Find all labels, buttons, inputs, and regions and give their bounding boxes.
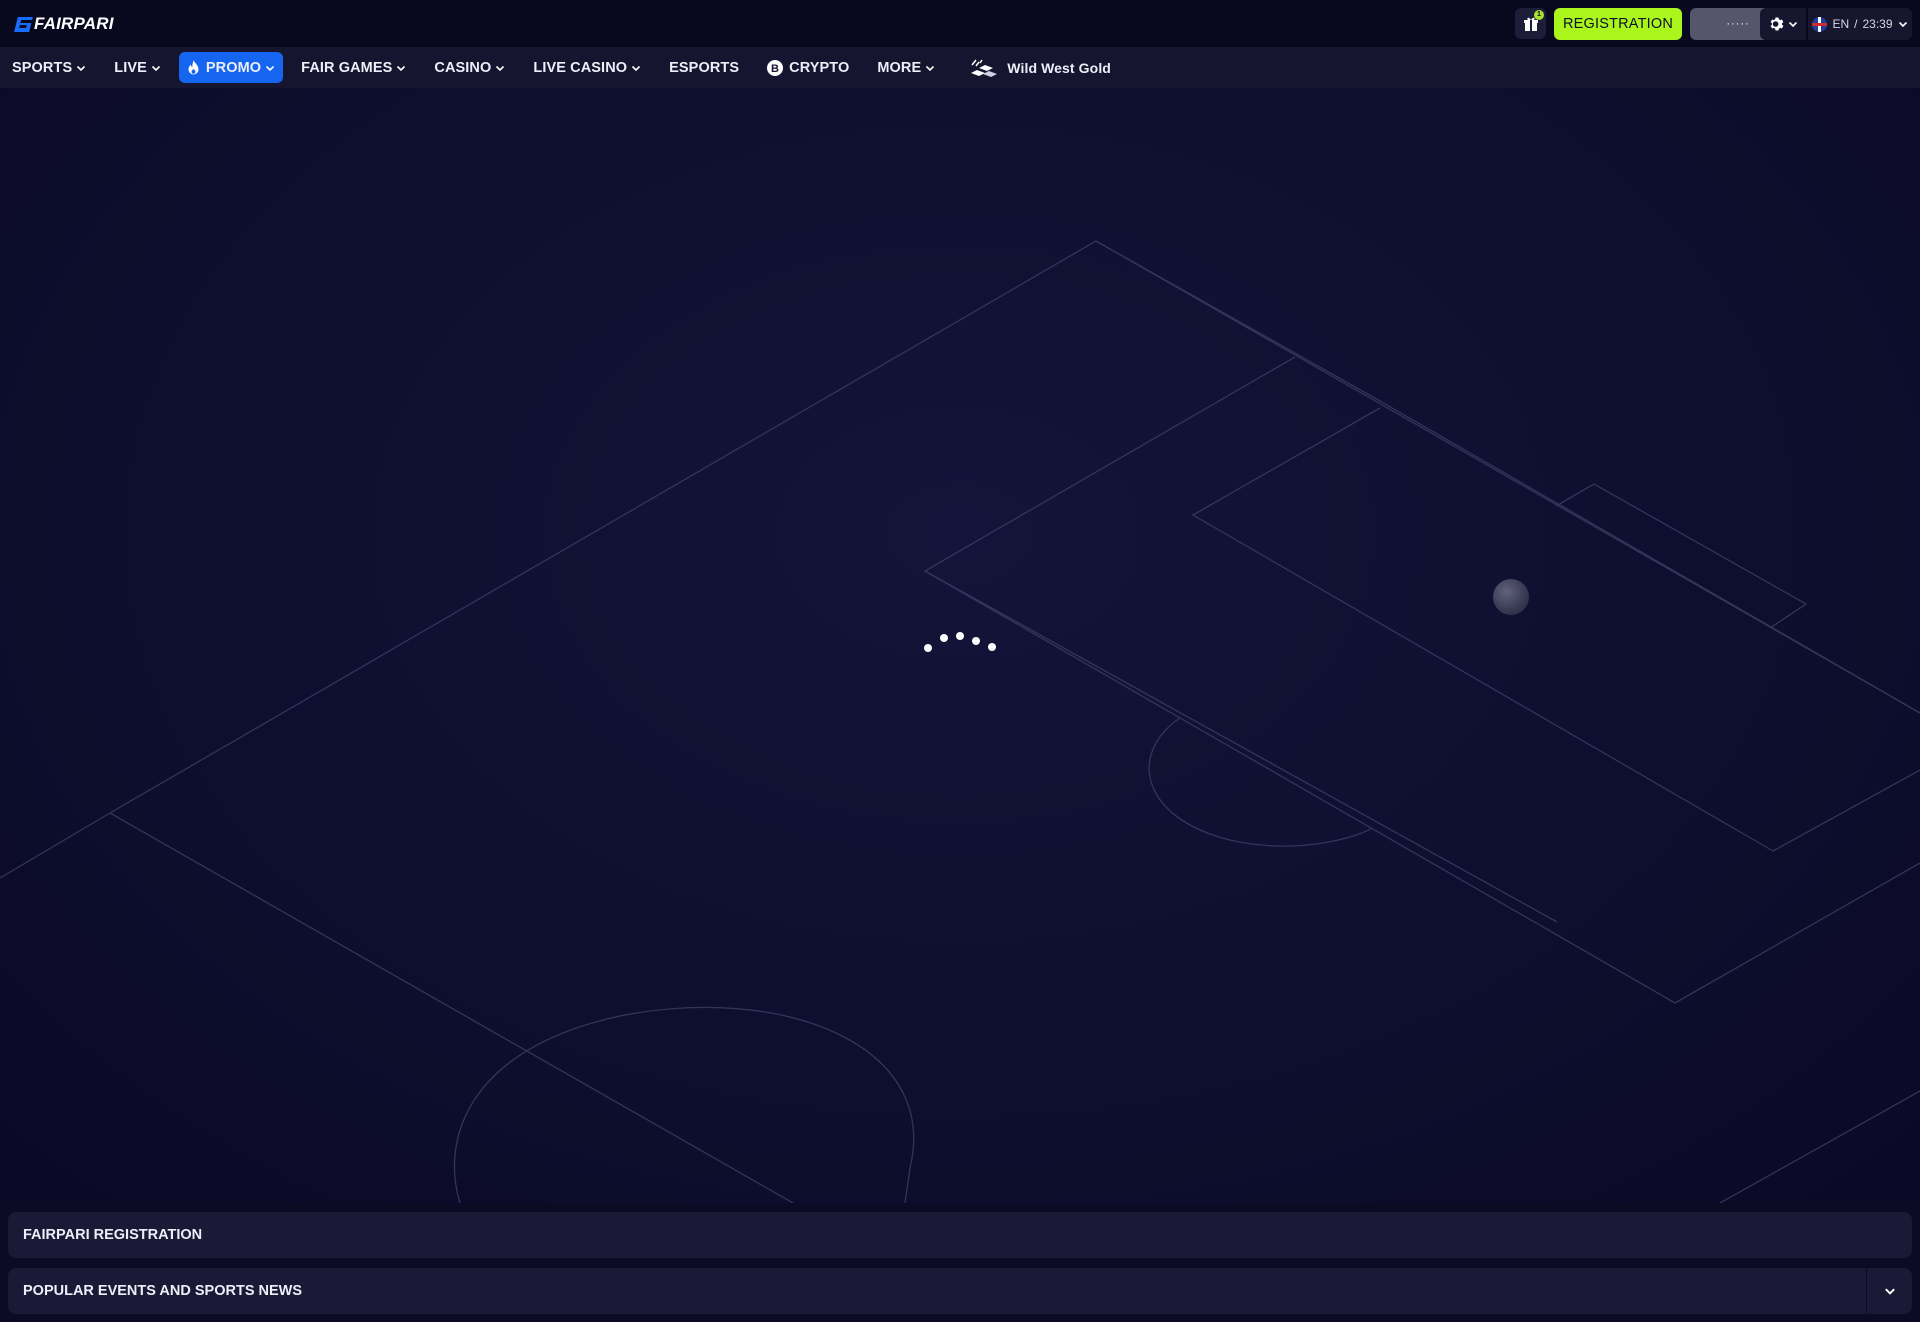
flame-icon <box>187 60 200 75</box>
gift-badge: 1 <box>1534 10 1544 20</box>
nav-item-esports[interactable]: ESPORTS <box>659 52 749 83</box>
football-ball-image <box>1493 579 1529 615</box>
chevron-down-icon <box>151 65 160 71</box>
registration-button[interactable]: REGISTRATION <box>1554 8 1682 40</box>
chevron-down-icon <box>1898 21 1907 28</box>
chevron-down-icon <box>77 65 86 71</box>
chevron-down-icon <box>926 65 935 71</box>
top-bar: FAIRPARI 1 REGISTRATION ····· EN / 23:39 <box>0 0 1920 47</box>
nav-item-label: LIVE CASINO <box>533 59 628 76</box>
uk-flag-icon <box>1812 16 1828 32</box>
nav-item-label: PROMO <box>205 59 262 76</box>
svg-text:B: B <box>771 63 779 75</box>
chevron-down-icon <box>1884 1288 1895 1295</box>
nav-item-label: FAIR GAMES <box>301 59 393 76</box>
nav-item-label: Wild West Gold <box>1007 59 1111 76</box>
section-title: FAIRPARI REGISTRATION <box>23 1227 203 1243</box>
loading-spinner-icon <box>924 632 996 652</box>
nav-item-wild-west-gold[interactable]: Wild West Gold <box>959 52 1121 83</box>
language-code: EN <box>1832 17 1850 31</box>
expand-toggle[interactable] <box>1866 1268 1912 1314</box>
bitcoin-icon: B <box>767 59 784 76</box>
clock-time: 23:39 <box>1862 17 1893 31</box>
nav-item-label: CASINO <box>434 59 492 76</box>
chevron-down-icon <box>397 65 406 71</box>
nav-item-label: SPORTS <box>12 59 73 76</box>
nav-item-casino[interactable]: CASINO <box>424 52 515 83</box>
chevron-down-icon <box>496 65 505 71</box>
nav-item-more[interactable]: MORE <box>867 52 945 83</box>
main-nav: SPORTS LIVE PROMO FAIR GAMES CASINO LIVE… <box>0 47 1920 88</box>
language-time-selector[interactable]: EN / 23:39 <box>1808 8 1912 40</box>
popular-events-section[interactable]: POPULAR EVENTS AND SPORTS NEWS <box>8 1268 1912 1314</box>
section-title: POPULAR EVENTS AND SPORTS NEWS <box>23 1283 303 1299</box>
main-content-loading <box>0 88 1920 1203</box>
logo-mark-icon <box>14 16 33 32</box>
chevron-down-icon <box>1788 21 1797 28</box>
nav-item-live-casino[interactable]: LIVE CASINO <box>523 52 651 83</box>
nav-item-label: MORE <box>877 59 922 76</box>
nav-item-crypto[interactable]: B CRYPTO <box>757 52 859 83</box>
nav-item-label: CRYPTO <box>789 59 850 76</box>
nav-item-label: ESPORTS <box>669 59 740 76</box>
time-separator: / <box>1854 17 1858 31</box>
gear-icon <box>1770 17 1783 31</box>
chevron-down-icon <box>266 65 275 71</box>
nav-item-live[interactable]: LIVE <box>104 52 171 83</box>
gold-bars-icon <box>969 59 999 77</box>
nav-item-fair-games[interactable]: FAIR GAMES <box>291 52 416 83</box>
fairpari-registration-section[interactable]: FAIRPARI REGISTRATION <box>8 1212 1912 1258</box>
nav-item-label: LIVE <box>114 59 147 76</box>
gift-button[interactable]: 1 <box>1515 8 1546 39</box>
login-loading-dots: ····· <box>1726 18 1750 30</box>
nav-item-sports[interactable]: SPORTS <box>12 52 96 83</box>
nav-item-promo[interactable]: PROMO <box>178 52 284 83</box>
chevron-down-icon <box>632 65 641 71</box>
fairpari-logo[interactable]: FAIRPARI <box>14 14 114 34</box>
settings-button[interactable] <box>1760 8 1806 40</box>
logo-text: FAIRPARI <box>34 14 114 33</box>
